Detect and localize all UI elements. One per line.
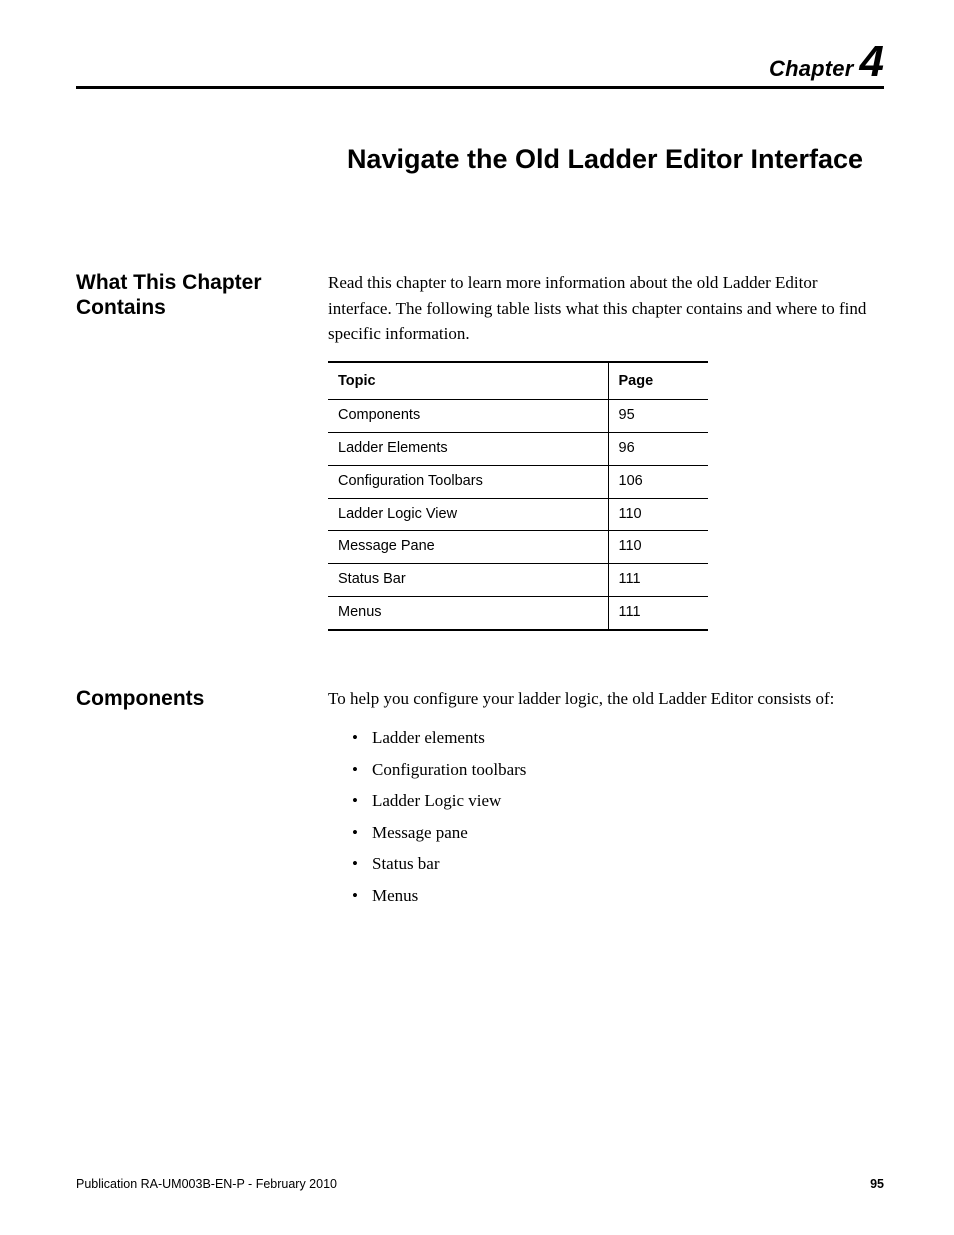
list-item: Configuration toolbars <box>372 757 884 783</box>
cell-topic: Message Pane <box>328 531 608 564</box>
section-what-this-chapter-contains: What This Chapter Contains Read this cha… <box>76 270 884 631</box>
topic-table: Topic Page Components95 Ladder Elements9… <box>328 361 708 631</box>
cell-page: 95 <box>608 400 708 433</box>
list-item: Ladder elements <box>372 725 884 751</box>
cell-topic: Status Bar <box>328 564 608 597</box>
col-page: Page <box>608 362 708 400</box>
section-components: Components To help you configure your la… <box>76 686 884 915</box>
cell-page: 96 <box>608 433 708 466</box>
section-body: To help you configure your ladder logic,… <box>328 686 884 915</box>
page-number: 95 <box>870 1177 884 1191</box>
list-item: Message pane <box>372 820 884 846</box>
intro-paragraph: To help you configure your ladder logic,… <box>328 686 884 712</box>
page-title: Navigate the Old Ladder Editor Interface <box>326 144 884 175</box>
table-row: Status Bar111 <box>328 564 708 597</box>
publication-info: Publication RA-UM003B-EN-P - February 20… <box>76 1177 337 1191</box>
list-item: Status bar <box>372 851 884 877</box>
list-item: Ladder Logic view <box>372 788 884 814</box>
cell-page: 110 <box>608 531 708 564</box>
section-heading: What This Chapter Contains <box>76 270 328 631</box>
table-row: Menus111 <box>328 596 708 629</box>
cell-page: 106 <box>608 465 708 498</box>
section-body: Read this chapter to learn more informat… <box>328 270 884 631</box>
table-header-row: Topic Page <box>328 362 708 400</box>
table-row: Ladder Elements96 <box>328 433 708 466</box>
cell-topic: Menus <box>328 596 608 629</box>
components-list: Ladder elements Configuration toolbars L… <box>328 725 884 908</box>
col-topic: Topic <box>328 362 608 400</box>
table-row: Message Pane110 <box>328 531 708 564</box>
section-heading: Components <box>76 686 328 915</box>
cell-page: 111 <box>608 564 708 597</box>
chapter-header: Chapter 4 <box>76 40 884 89</box>
cell-page: 110 <box>608 498 708 531</box>
cell-topic: Components <box>328 400 608 433</box>
table-row: Components95 <box>328 400 708 433</box>
cell-topic: Ladder Elements <box>328 433 608 466</box>
table-row: Ladder Logic View110 <box>328 498 708 531</box>
cell-topic: Ladder Logic View <box>328 498 608 531</box>
list-item: Menus <box>372 883 884 909</box>
intro-paragraph: Read this chapter to learn more informat… <box>328 270 884 347</box>
chapter-number: 4 <box>860 40 884 84</box>
chapter-label: Chapter <box>769 56 854 82</box>
cell-page: 111 <box>608 596 708 629</box>
table-row: Configuration Toolbars106 <box>328 465 708 498</box>
page-footer: Publication RA-UM003B-EN-P - February 20… <box>76 1177 884 1191</box>
cell-topic: Configuration Toolbars <box>328 465 608 498</box>
